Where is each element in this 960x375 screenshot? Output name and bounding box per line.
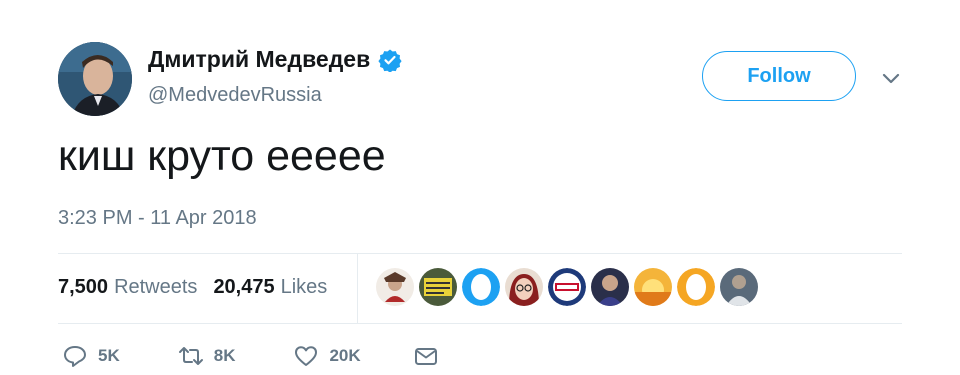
like-count: 20K [329,346,361,365]
divider [58,253,902,254]
retweet-button[interactable]: 8K [178,343,236,369]
retweet-icon [178,347,203,365]
liker-avatar-5-icon[interactable] [548,268,586,306]
liker-avatar-4-icon[interactable] [505,268,543,306]
liker-avatar-1-icon[interactable] [376,268,414,306]
profile-photo-icon [58,42,132,116]
likes-stat[interactable]: 20,475 Likes [213,276,327,299]
retweets-label: Retweets [114,276,198,298]
avatar[interactable] [58,42,132,116]
follow-button[interactable]: Follow [702,51,856,101]
heart-icon [295,346,318,366]
likes-label: Likes [280,276,328,298]
reply-button[interactable]: 5K [62,343,120,369]
liker-avatar-3-icon[interactable] [462,268,500,306]
liker-avatar-9-icon[interactable] [720,268,758,306]
reply-count: 5K [98,346,120,365]
likes-count: 20,475 [213,276,275,298]
author-name-row[interactable]: Дмитрий Медведев [148,46,402,73]
divider [58,323,902,324]
liker-avatars [376,268,763,306]
author-handle[interactable]: @MedvedevRussia [148,84,322,107]
liker-avatar-6-icon[interactable] [591,268,629,306]
reply-icon [64,346,86,367]
liker-avatar-8-icon[interactable] [677,268,715,306]
message-button[interactable] [413,343,439,369]
envelope-icon [414,348,437,365]
tweet-timestamp[interactable]: 3:23 PM - 11 Apr 2018 [58,207,257,230]
retweets-count: 7,500 [58,276,109,298]
retweet-count: 8K [213,346,236,365]
chevron-down-icon[interactable] [880,67,902,89]
liker-avatar-2-icon[interactable] [419,268,457,306]
verified-badge-icon [378,49,402,72]
tweet-stats: 7,500 Retweets 20,475 Likes [58,276,327,299]
like-button[interactable]: 20K [293,343,361,369]
stats-separator [357,254,358,324]
author-name[interactable]: Дмитрий Медведев [148,46,370,73]
tweet-actions: 5K 8K 20K [62,343,439,369]
liker-avatar-7-icon[interactable] [634,268,672,306]
retweets-stat[interactable]: 7,500 Retweets [58,276,197,299]
tweet-text: киш круто еееее [58,132,386,180]
